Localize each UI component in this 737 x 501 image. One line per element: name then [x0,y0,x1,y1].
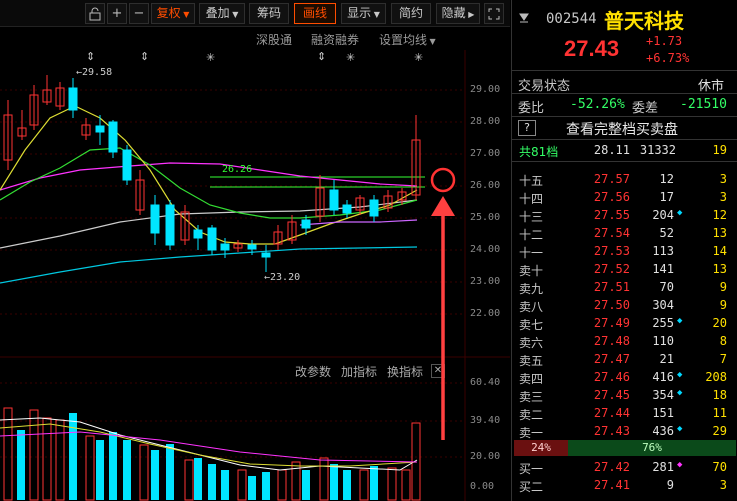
weicha-value: -21510 [680,97,727,112]
ask-row[interactable]: 十五 27.57 12 3 [512,170,737,188]
fuquan-button[interactable]: 复权 ▼ [151,3,195,24]
quote-panel: 002544 普天科技 27.43 +1.73 +6.73% 交易状态 休市 委… [511,0,737,501]
ask-row[interactable]: 卖五 27.47 21 7 [512,350,737,368]
divider [512,139,737,140]
bid-row[interactable]: 买一 27.42 281 ◆ 70 [512,458,737,476]
ask-row[interactable]: 卖八 27.50 304 9 [512,296,737,314]
svg-text:✳: ✳ [206,51,215,64]
ask-row[interactable]: 卖九 27.51 70 9 [512,278,737,296]
svg-text:⇕: ⇕ [140,50,149,63]
ask-row[interactable]: 卖二 27.44 151 11 [512,404,737,422]
ask-row[interactable]: 卖十 27.52 141 13 [512,260,737,278]
simple-button[interactable]: 简约 [391,3,431,24]
divider [512,161,737,162]
ask-row[interactable]: 十一 27.53 113 14 [512,242,737,260]
overlay-button[interactable]: 叠加 ▼ [199,3,245,24]
orderbook-total-row: 共81档 28.11 31332 19 [519,143,727,159]
help-icon[interactable]: ? [518,120,536,136]
dropdown-arrow-icon[interactable] [518,11,530,25]
svg-text:✳: ✳ [346,51,355,64]
chips-button[interactable]: 筹码 [249,3,289,24]
low-price-annotation: ←23.20 [264,272,300,283]
expand-icon[interactable] [484,3,504,24]
svg-text:⇕: ⇕ [317,50,326,63]
stock-code: 002544 [546,11,597,27]
divider [512,116,737,117]
ask-row[interactable]: 卖七 27.49 255 ◆ 20 [512,314,737,332]
lock-icon[interactable] [85,3,105,24]
svg-text:⇕: ⇕ [86,50,95,63]
bid-row[interactable]: 买二 27.41 9 3 [512,476,737,494]
weicha-label: 委差 [632,101,659,116]
weibi-label: 委比 [518,101,545,116]
weibi-value: -52.26% [570,97,625,112]
price-change: +1.73 [646,34,683,48]
ask-row[interactable]: 卖三 27.45 354 ◆ 18 [512,386,737,404]
high-price-annotation: ←29.58 [76,67,112,78]
ask-row[interactable]: 十三 27.55 204 ◆ 12 [512,206,737,224]
ask-row[interactable]: 卖四 27.46 416 ◆ 208 [512,368,737,386]
kline-chart[interactable]: ⇕ ⇕ ✳ ⇕ ✳ ✳ ←29.58 ←23.20 26.26 [0,27,510,501]
divider [512,70,737,71]
sell-ratio-bar: 24% [514,440,568,456]
trading-status-label: 交易状态 [518,79,571,94]
draw-line-button[interactable]: 画线 [294,3,336,24]
divider [512,93,737,94]
buy-ratio-bar: 76% [568,440,736,456]
hide-button[interactable]: 隐藏 ▶ [436,3,480,24]
full-orderbook-link[interactable]: 查看完整档买卖盘 [566,119,678,139]
ask-row[interactable]: 十四 27.56 17 3 [512,188,737,206]
svg-text:✳: ✳ [414,51,423,64]
ask-row[interactable]: 卖一 27.43 436 ◆ 29 [512,422,737,440]
stock-name: 普天科技 [604,9,684,33]
ask-row[interactable]: 卖六 27.48 110 8 [512,332,737,350]
ask-row[interactable]: 十二 27.54 52 13 [512,224,737,242]
zoom-out-icon[interactable]: − [129,3,149,24]
display-button[interactable]: 显示 ▼ [341,3,386,24]
zoom-in-icon[interactable]: + [107,3,127,24]
chart-toolbar: + − 复权 ▼ 叠加 ▼ 筹码 画线 显示 ▼ 简约 隐藏 ▶ [0,0,510,27]
trading-status-value: 休市 [698,79,725,94]
current-price: 27.43 [564,36,620,61]
price-change-pct: +6.73% [646,51,690,65]
line-level-label: 26.26 [222,164,252,175]
